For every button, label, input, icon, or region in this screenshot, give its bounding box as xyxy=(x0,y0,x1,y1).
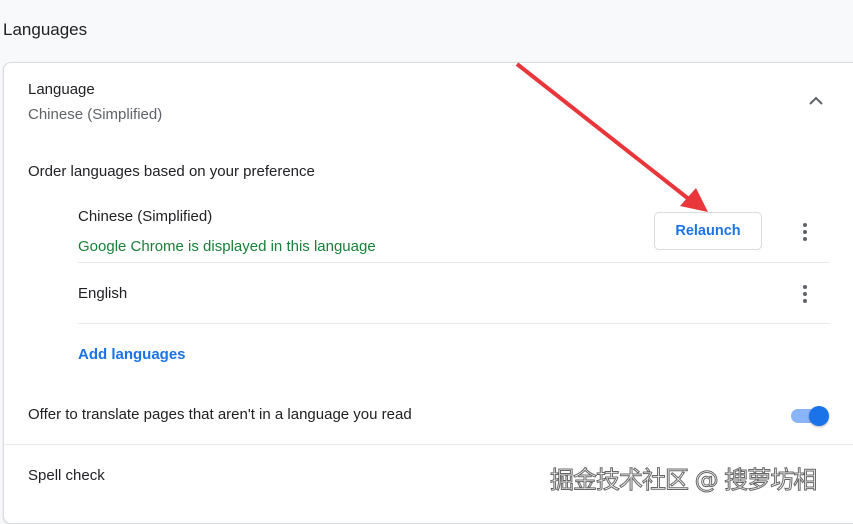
watermark: 掘金技术社区 @ 搜萝坊相 xyxy=(549,466,817,495)
divider xyxy=(78,262,830,263)
language-name: English xyxy=(78,285,128,302)
relaunch-button[interactable]: Relaunch xyxy=(654,212,762,250)
divider xyxy=(4,444,853,445)
language-name: Chinese (Simplified) xyxy=(78,208,213,225)
page-title: Languages xyxy=(3,20,88,39)
order-label: Order languages based on your preference xyxy=(28,163,315,180)
divider xyxy=(78,323,830,324)
more-options-icon[interactable] xyxy=(795,220,815,244)
add-languages-button[interactable]: Add languages xyxy=(78,346,186,363)
more-options-icon[interactable] xyxy=(795,282,815,306)
languages-card: Language Chinese (Simplified) Order lang… xyxy=(3,62,853,524)
language-label: Language xyxy=(28,81,95,98)
display-language-note: Google Chrome is displayed in this langu… xyxy=(78,238,376,255)
offer-translate-label: Offer to translate pages that aren't in … xyxy=(28,406,412,423)
spell-check-label[interactable]: Spell check xyxy=(28,467,105,484)
offer-translate-toggle[interactable] xyxy=(789,405,829,426)
language-value: Chinese (Simplified) xyxy=(28,106,163,123)
chevron-up-icon[interactable] xyxy=(807,94,825,108)
